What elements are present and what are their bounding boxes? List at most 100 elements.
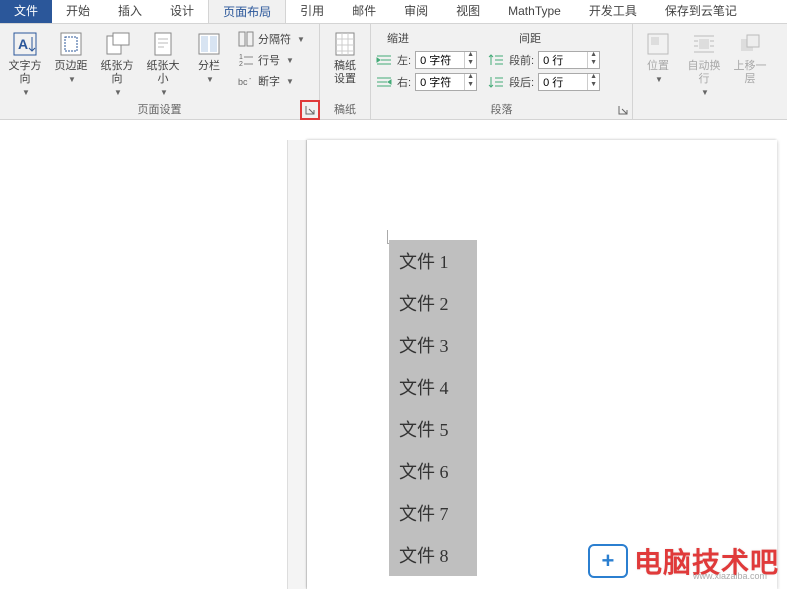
indent-header: 缩进 [387,30,409,46]
list-item[interactable]: 文件 3 [389,324,477,366]
tab-review[interactable]: 审阅 [390,0,442,23]
bring-forward-icon [736,30,764,58]
tab-file[interactable]: 文件 [0,0,52,23]
tab-mathtype[interactable]: MathType [494,0,575,23]
space-after-icon [487,74,505,90]
margins-button[interactable]: 页边距 ▼ [50,28,92,88]
space-after-input[interactable]: ▲▼ [538,73,600,91]
chevron-down-icon: ▼ [286,77,294,86]
manuscript-settings-label: 稿纸 设置 [334,60,356,86]
tab-page-layout[interactable]: 页面布局 [208,0,286,23]
size-label: 纸张大小 [142,60,184,86]
spin-down[interactable]: ▼ [465,82,476,90]
columns-button[interactable]: 分栏 ▼ [188,28,230,88]
size-button[interactable]: 纸张大小 ▼ [142,28,184,101]
ribbon-tabs: 文件 开始 插入 设计 页面布局 引用 邮件 审阅 视图 MathType 开发… [0,0,787,24]
tab-mailings[interactable]: 邮件 [338,0,390,23]
tab-references[interactable]: 引用 [286,0,338,23]
line-numbers-button[interactable]: 12 行号 ▼ [234,51,309,69]
tab-insert[interactable]: 插入 [104,0,156,23]
size-icon [149,30,177,58]
chevron-down-icon: ▼ [286,56,294,65]
breaks-button[interactable]: 分隔符 ▼ [234,30,309,48]
position-label: 位置 [647,60,669,73]
svg-text:bc: bc [238,77,248,87]
tab-design[interactable]: 设计 [156,0,208,23]
indent-left-input[interactable]: ▲▼ [415,51,477,69]
group-manuscript-label: 稿纸 [324,101,366,119]
group-page-setup-label: 页面设置 [4,101,315,119]
tab-save-cloud[interactable]: 保存到云笔记 [651,0,751,23]
watermark-logo-icon: + [588,544,628,578]
text-direction-label: 文字方向 [4,60,46,86]
text-direction-icon: A [11,30,39,58]
indent-left-icon [375,52,393,68]
line-numbers-label: 行号 [258,52,280,68]
group-manuscript: 稿纸 设置 稿纸 [320,24,371,119]
position-icon [644,30,672,58]
selected-text-block[interactable]: 文件 1 文件 2 文件 3 文件 4 文件 5 文件 6 文件 7 文件 8 [389,240,477,576]
document-area: 文件 1 文件 2 文件 3 文件 4 文件 5 文件 6 文件 7 文件 8 [0,120,787,589]
group-arrange: 位置 ▼ 自动换行 ▼ 上移一层 [633,24,775,119]
chevron-down-icon: ▼ [114,86,122,99]
breaks-icon [238,31,254,47]
vertical-ruler[interactable] [287,140,307,589]
watermark: + 电脑技术吧 www.xiazaiba.com [588,541,779,581]
text-direction-button[interactable]: A 文字方向 ▼ [4,28,46,101]
space-after-value[interactable] [539,74,587,90]
wrap-label: 自动换行 [683,60,725,86]
indent-left-label: 左: [397,52,411,68]
columns-label: 分栏 [198,60,220,73]
chevron-down-icon: ▼ [68,73,76,86]
orientation-icon [103,30,131,58]
manuscript-icon [331,30,359,58]
indent-right-icon [375,74,393,90]
chevron-down-icon: ▼ [160,86,168,99]
group-paragraph-label: 段落 [375,101,628,119]
document-page[interactable]: 文件 1 文件 2 文件 3 文件 4 文件 5 文件 6 文件 7 文件 8 [307,140,777,589]
list-item[interactable]: 文件 4 [389,366,477,408]
space-before-value[interactable] [539,52,587,68]
indent-left-value[interactable] [416,52,464,68]
bring-forward-label: 上移一层 [729,60,771,86]
svg-text:-: - [249,76,252,83]
breaks-label: 分隔符 [258,31,291,47]
position-button: 位置 ▼ [637,28,679,88]
wrap-icon [690,30,718,58]
hyphenation-button[interactable]: bc- 断字 ▼ [234,72,309,90]
space-after-label: 段后: [509,74,534,90]
margins-label: 页边距 [55,60,88,73]
orientation-label: 纸张方向 [96,60,138,86]
orientation-button[interactable]: 纸张方向 ▼ [96,28,138,101]
hyphenation-icon: bc- [238,73,254,89]
list-item[interactable]: 文件 8 [389,534,477,576]
manuscript-settings-button[interactable]: 稿纸 设置 [324,28,366,88]
space-before-icon [487,52,505,68]
tab-view[interactable]: 视图 [442,0,494,23]
indent-right-input[interactable]: ▲▼ [415,73,477,91]
columns-icon [195,30,223,58]
list-item[interactable]: 文件 1 [389,240,477,282]
space-before-input[interactable]: ▲▼ [538,51,600,69]
watermark-sub: www.xiazaiba.com [693,571,767,581]
list-item[interactable]: 文件 7 [389,492,477,534]
spacing-header: 间距 [519,30,541,46]
page-setup-launcher[interactable] [303,103,317,117]
spin-down[interactable]: ▼ [465,60,476,68]
chevron-down-icon: ▼ [701,86,709,99]
line-numbers-icon: 12 [238,52,254,68]
hyphenation-label: 断字 [258,73,280,89]
list-item[interactable]: 文件 2 [389,282,477,324]
spin-down[interactable]: ▼ [588,82,599,90]
tab-home[interactable]: 开始 [52,0,104,23]
indent-right-label: 右: [397,74,411,90]
indent-right-value[interactable] [416,74,464,90]
list-item[interactable]: 文件 5 [389,408,477,450]
tab-developer[interactable]: 开发工具 [575,0,651,23]
list-item[interactable]: 文件 6 [389,450,477,492]
chevron-down-icon: ▼ [655,73,663,86]
svg-text:2: 2 [239,61,243,68]
group-page-setup: A 文字方向 ▼ 页边距 ▼ 纸张方向 ▼ [0,24,320,119]
paragraph-launcher[interactable] [616,103,630,117]
spin-down[interactable]: ▼ [588,60,599,68]
